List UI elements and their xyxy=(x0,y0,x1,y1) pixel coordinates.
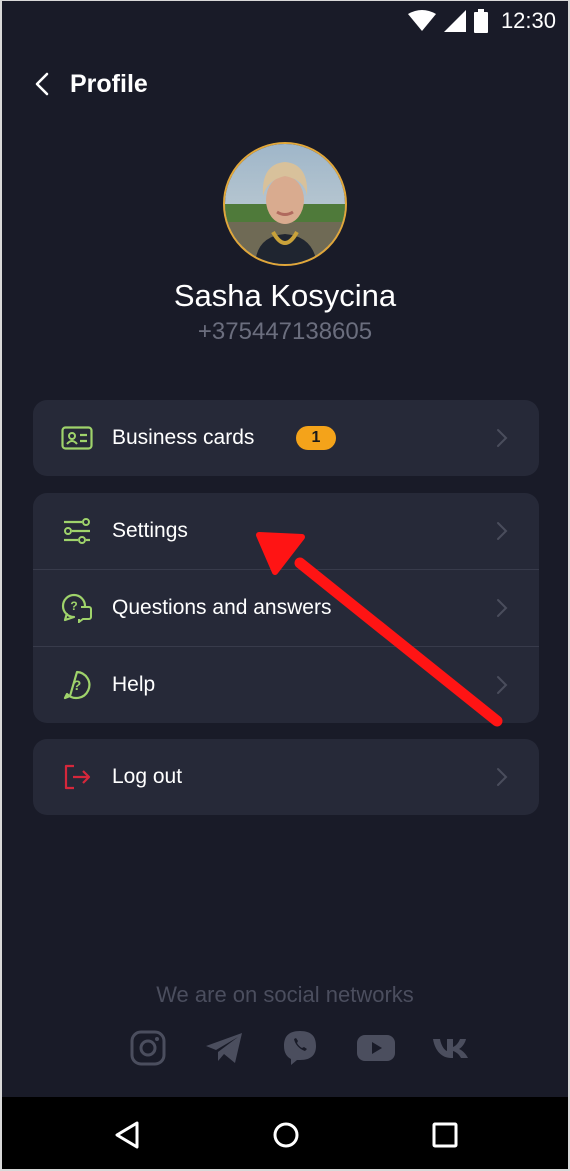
logout-icon xyxy=(61,761,93,793)
status-icons xyxy=(408,9,488,33)
svg-text:?: ? xyxy=(70,599,77,613)
social-links xyxy=(128,1028,472,1068)
avatar-photo xyxy=(225,144,345,264)
menu-item-label: Settings xyxy=(112,519,188,542)
square-recents-icon xyxy=(432,1122,458,1148)
menu-item-settings[interactable]: Settings xyxy=(33,493,539,569)
profile-phone: +375447138605 xyxy=(197,318,373,345)
menu-item-label: Business cards xyxy=(112,426,255,449)
wifi-icon xyxy=(408,10,436,31)
circle-home-icon xyxy=(273,1122,299,1148)
header: Profile xyxy=(30,62,148,106)
id-card-icon xyxy=(61,422,93,454)
menu-item-help[interactable]: ? Help xyxy=(33,646,539,723)
settings-card: Settings ? Questions and answers ? Help xyxy=(33,493,539,723)
svg-text:?: ? xyxy=(73,677,82,693)
status-bar: 12:30 xyxy=(0,0,570,44)
status-time: 12:30 xyxy=(500,8,556,33)
count-badge: 1 xyxy=(296,426,336,450)
vk-icon[interactable] xyxy=(432,1028,472,1068)
chevron-right-icon xyxy=(497,599,508,617)
viber-icon[interactable] xyxy=(280,1028,320,1068)
chevron-right-icon xyxy=(497,676,508,694)
youtube-icon[interactable] xyxy=(356,1028,396,1068)
chevron-right-icon xyxy=(497,429,508,447)
question-chat-icon: ? xyxy=(61,592,93,624)
menu-item-questions[interactable]: ? Questions and answers xyxy=(33,569,539,646)
menu-item-label: Help xyxy=(112,673,156,696)
page-title: Profile xyxy=(70,69,148,98)
logout-card: Log out xyxy=(33,739,539,815)
chevron-right-icon xyxy=(497,522,508,540)
menu-item-label: Questions and answers xyxy=(112,596,332,619)
social-title: We are on social networks xyxy=(156,982,414,1007)
profile-name: Sasha Kosycina xyxy=(173,278,397,313)
chevron-left-icon xyxy=(35,72,49,96)
sliders-icon xyxy=(61,515,93,547)
menu-item-logout[interactable]: Log out xyxy=(33,739,539,815)
telegram-icon[interactable] xyxy=(204,1028,244,1068)
menu-item-label: Log out xyxy=(112,765,183,788)
nav-back-button[interactable] xyxy=(107,1115,147,1155)
menu-item-business-cards[interactable]: Business cards 1 xyxy=(33,400,539,476)
business-cards-card: Business cards 1 xyxy=(33,400,539,476)
avatar[interactable] xyxy=(223,142,347,266)
help-icon: ? xyxy=(61,669,93,701)
nav-recents-button[interactable] xyxy=(425,1115,465,1155)
battery-icon xyxy=(474,9,488,33)
back-button[interactable] xyxy=(30,64,54,104)
nav-home-button[interactable] xyxy=(266,1115,306,1155)
signal-icon xyxy=(444,10,466,32)
system-nav-bar xyxy=(0,1097,570,1171)
instagram-icon[interactable] xyxy=(128,1028,168,1068)
triangle-back-icon xyxy=(115,1121,139,1149)
chevron-right-icon xyxy=(497,768,508,786)
